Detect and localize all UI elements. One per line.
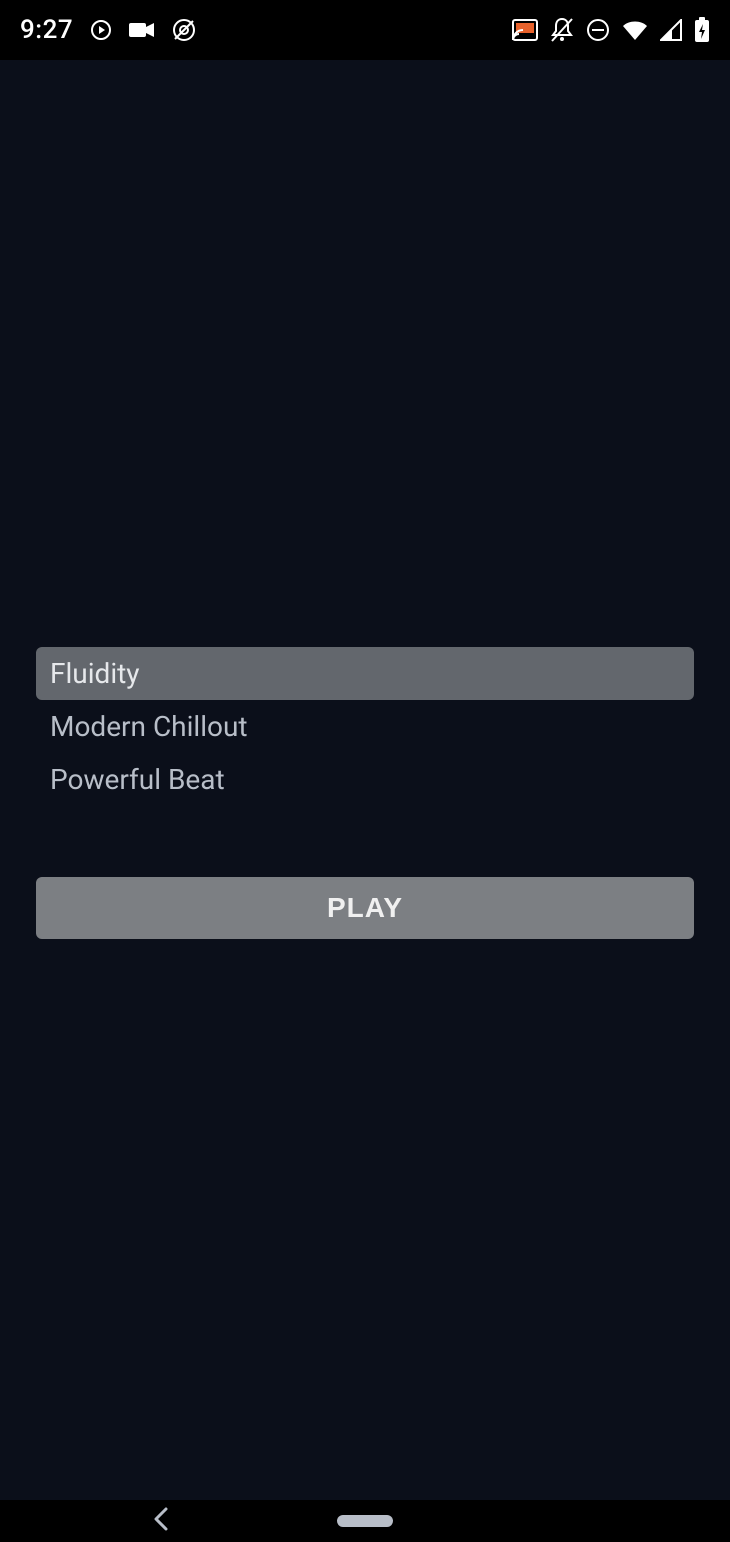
do-not-disturb-icon	[586, 18, 610, 42]
app-surface: Fluidity Modern Chillout Powerful Beat P…	[0, 60, 730, 1500]
notifications-off-icon	[550, 17, 574, 43]
play-circle-icon	[89, 18, 113, 42]
track-list: Fluidity Modern Chillout Powerful Beat	[36, 647, 694, 806]
play-button-label: PLAY	[327, 892, 403, 924]
videocam-icon	[129, 21, 155, 39]
navigation-bar	[0, 1500, 730, 1542]
status-clock: 9:27	[20, 15, 73, 45]
signal-icon	[660, 19, 682, 41]
track-label: Fluidity	[50, 657, 140, 690]
track-item[interactable]: Powerful Beat	[36, 753, 694, 806]
status-right	[512, 17, 710, 43]
no-location-icon	[171, 17, 197, 43]
back-icon[interactable]	[152, 1505, 170, 1537]
track-item[interactable]: Fluidity	[36, 647, 694, 700]
play-button[interactable]: PLAY	[36, 877, 694, 939]
battery-charging-icon	[694, 17, 710, 43]
home-gesture-pill[interactable]	[337, 1515, 393, 1527]
cast-icon	[512, 19, 538, 41]
status-bar: 9:27	[0, 0, 730, 60]
track-label: Powerful Beat	[50, 763, 225, 796]
track-label: Modern Chillout	[50, 710, 248, 743]
track-item[interactable]: Modern Chillout	[36, 700, 694, 753]
status-left: 9:27	[20, 15, 197, 45]
wifi-icon	[622, 19, 648, 41]
